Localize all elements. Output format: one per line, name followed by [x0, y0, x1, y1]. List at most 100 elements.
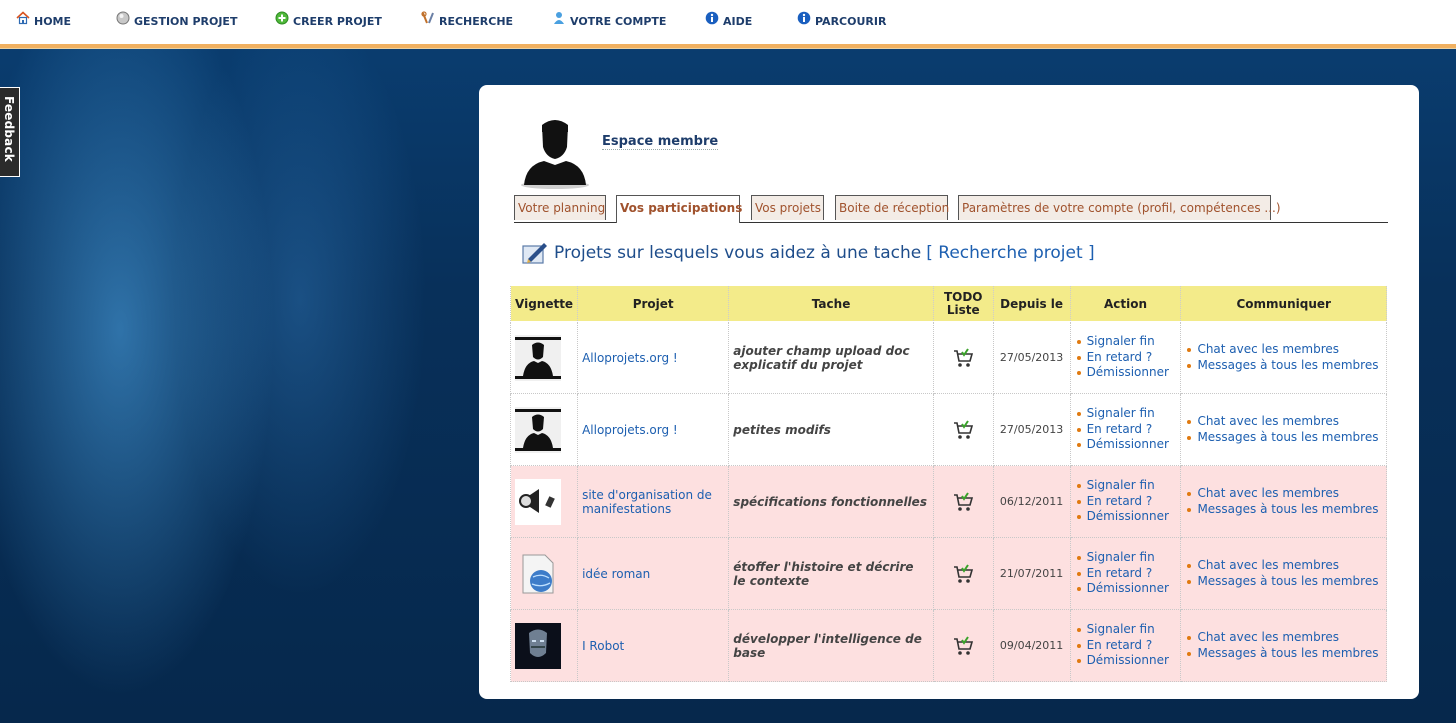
todo-cell — [932, 393, 994, 466]
project-link[interactable]: site d'organisation de manifestations — [582, 488, 712, 516]
task-cell: petites modifs — [728, 393, 934, 466]
task-cell: ajouter champ upload doc explicatif du p… — [728, 321, 934, 394]
signal-end-link[interactable]: Signaler fin — [1076, 622, 1177, 638]
action-cell: Signaler fin En retard ? Démissionner — [1069, 465, 1182, 538]
date-cell: 27/05/2013 — [992, 393, 1071, 466]
tools-icon — [421, 11, 434, 24]
project-cell: I Robot — [577, 609, 730, 682]
vignette-cell — [509, 393, 579, 466]
nav-gestion-projet[interactable]: GESTION PROJET — [116, 9, 237, 29]
late-link[interactable]: En retard ? — [1076, 350, 1177, 366]
project-cell: Alloprojets.org ! — [577, 393, 730, 466]
resign-link[interactable]: Démissionner — [1076, 437, 1177, 453]
nav-aide[interactable]: AIDE — [705, 9, 752, 29]
project-thumbnail[interactable] — [515, 550, 561, 597]
cart-icon[interactable] — [952, 419, 974, 441]
edit-pen-icon — [522, 243, 547, 264]
chat-link[interactable]: Chat avec les membres — [1187, 486, 1382, 502]
chat-link[interactable]: Chat avec les membres — [1187, 558, 1382, 574]
message-all-link[interactable]: Messages à tous les membres — [1187, 430, 1382, 446]
project-thumbnail[interactable] — [515, 334, 561, 381]
communicate-cell: Chat avec les membres Messages à tous le… — [1180, 465, 1387, 538]
cart-icon[interactable] — [952, 635, 974, 657]
user-icon — [554, 12, 564, 24]
gear-ball-icon — [116, 11, 130, 25]
table-row: site d'organisation de manifestations sp… — [509, 465, 1387, 538]
message-all-link[interactable]: Messages à tous les membres — [1187, 646, 1382, 662]
info-icon — [705, 11, 719, 25]
col-depuis-le: Depuis le — [992, 285, 1071, 322]
chat-link[interactable]: Chat avec les membres — [1187, 414, 1382, 430]
project-link[interactable]: Alloprojets.org ! — [582, 351, 678, 365]
date-cell: 06/12/2011 — [992, 465, 1071, 538]
resign-link[interactable]: Démissionner — [1076, 653, 1177, 669]
chat-link[interactable]: Chat avec les membres — [1187, 630, 1382, 646]
task-cell: spécifications fonctionnelles — [728, 465, 934, 538]
col-action: Action — [1069, 285, 1182, 322]
nav-recherche-label: RECHERCHE — [439, 15, 514, 28]
signal-end-link[interactable]: Signaler fin — [1076, 406, 1177, 422]
late-link[interactable]: En retard ? — [1076, 422, 1177, 438]
todo-cell — [932, 465, 994, 538]
nav-aide-label: AIDE — [723, 15, 753, 28]
message-all-link[interactable]: Messages à tous les membres — [1187, 502, 1382, 518]
feedback-label: Feedback — [2, 96, 16, 162]
cart-icon[interactable] — [952, 347, 974, 369]
vignette-cell — [509, 537, 579, 610]
nav-parcourir[interactable]: PARCOURIR — [797, 9, 886, 29]
project-cell: site d'organisation de manifestations — [577, 465, 730, 538]
feedback-tab[interactable]: Feedback — [0, 87, 20, 177]
nav-creer-projet-label: CREER PROJET — [293, 15, 382, 28]
participations-table: Vignette Projet Tache TODO Liste Depuis … — [509, 285, 1387, 682]
vignette-cell — [509, 609, 579, 682]
communicate-cell: Chat avec les membres Messages à tous le… — [1180, 321, 1387, 394]
tab-parametres-compte[interactable]: Paramètres de votre compte (profil, comp… — [958, 195, 1281, 220]
nav-recherche[interactable]: RECHERCHE — [421, 9, 513, 29]
col-todo-line1: TODO — [943, 289, 983, 304]
late-link[interactable]: En retard ? — [1076, 494, 1177, 510]
cart-icon[interactable] — [952, 491, 974, 513]
resign-link[interactable]: Démissionner — [1076, 509, 1177, 525]
section-title: Projets sur lesquels vous aidez à une ta… — [520, 240, 1095, 266]
nav-home-label: HOME — [34, 15, 72, 28]
resign-link[interactable]: Démissionner — [1076, 365, 1177, 381]
project-thumbnail[interactable] — [515, 478, 561, 525]
signal-end-link[interactable]: Signaler fin — [1076, 334, 1177, 350]
chat-link[interactable]: Chat avec les membres — [1187, 342, 1382, 358]
avatar — [521, 120, 589, 189]
nav-creer-projet[interactable]: CREER PROJET — [275, 9, 382, 29]
project-thumbnail[interactable] — [515, 622, 561, 669]
col-projet: Projet — [577, 285, 730, 322]
table-row: Alloprojets.org ! petites modifs 27/05/2… — [509, 393, 1387, 466]
late-link[interactable]: En retard ? — [1076, 638, 1177, 654]
message-all-link[interactable]: Messages à tous les membres — [1187, 574, 1382, 590]
tab-vos-participations[interactable]: Vos participations — [616, 195, 742, 223]
nav-home[interactable]: HOME — [16, 9, 71, 29]
search-project-link[interactable]: [ Recherche projet ] — [926, 243, 1094, 263]
message-all-link[interactable]: Messages à tous les membres — [1187, 358, 1382, 374]
tab-votre-planning[interactable]: Votre planning — [514, 195, 606, 220]
task-name: ajouter champ upload doc explicatif du p… — [733, 343, 910, 372]
todo-cell — [932, 609, 994, 682]
resign-link[interactable]: Démissionner — [1076, 581, 1177, 597]
signal-end-link[interactable]: Signaler fin — [1076, 478, 1177, 494]
page-title: Espace membre — [602, 134, 719, 150]
project-link[interactable]: I Robot — [582, 639, 624, 653]
late-link[interactable]: En retard ? — [1076, 566, 1177, 582]
project-link[interactable]: idée roman — [582, 567, 650, 581]
tab-boite-reception[interactable]: Boite de réception — [835, 195, 949, 220]
tab-vos-projets[interactable]: Vos projets — [751, 195, 824, 220]
signal-end-link[interactable]: Signaler fin — [1076, 550, 1177, 566]
col-todo-liste: TODO Liste — [932, 285, 994, 322]
project-cell: Alloprojets.org ! — [577, 321, 730, 394]
project-thumbnail[interactable] — [515, 406, 561, 453]
project-link[interactable]: Alloprojets.org ! — [582, 423, 678, 437]
nav-votre-compte[interactable]: VOTRE COMPTE — [552, 9, 666, 29]
task-cell: étoffer l'histoire et décrire le context… — [728, 537, 934, 610]
task-name: développer l'intelligence de base — [733, 631, 922, 660]
action-cell: Signaler fin En retard ? Démissionner — [1069, 393, 1182, 466]
member-panel: Espace membre Votre planning Vos partici… — [479, 85, 1419, 699]
todo-cell — [932, 537, 994, 610]
top-navigation: HOME GESTION PROJET CREER PROJET RECHERC… — [0, 0, 1456, 48]
cart-icon[interactable] — [952, 563, 974, 585]
